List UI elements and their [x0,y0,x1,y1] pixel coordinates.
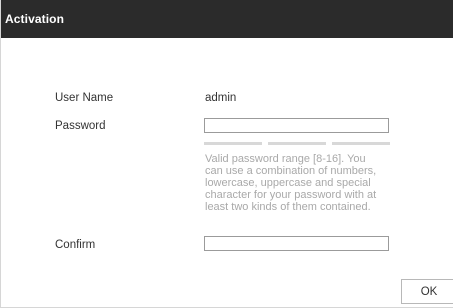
password-hint-line: lowercase, uppercase and special [205,177,371,189]
strength-segment-2 [268,142,326,145]
confirm-password-field[interactable] [204,236,389,251]
password-hint-line: least two kinds of them contained. [205,201,371,213]
username-value: admin [205,92,237,104]
password-hint-line: character for your password with at [205,189,377,201]
password-strength-meter [204,142,390,146]
strength-segment-3 [332,142,390,145]
password-label: Password [55,120,106,132]
ok-button[interactable]: OK [401,279,453,304]
confirm-label: Confirm [55,239,96,251]
username-label: User Name [55,92,114,104]
password-hint: Valid password range [8-16]. You can use… [205,153,395,213]
password-hint-line: Valid password range [8-16]. You [205,153,366,165]
strength-segment-1 [204,142,262,145]
activation-dialog: Activation User Name admin Password Vali… [0,0,453,308]
title-bar: Activation [1,0,453,38]
dialog-title: Activation [5,12,65,26]
password-hint-line: can use a combination of numbers, [205,165,377,177]
password-field[interactable] [204,118,389,133]
